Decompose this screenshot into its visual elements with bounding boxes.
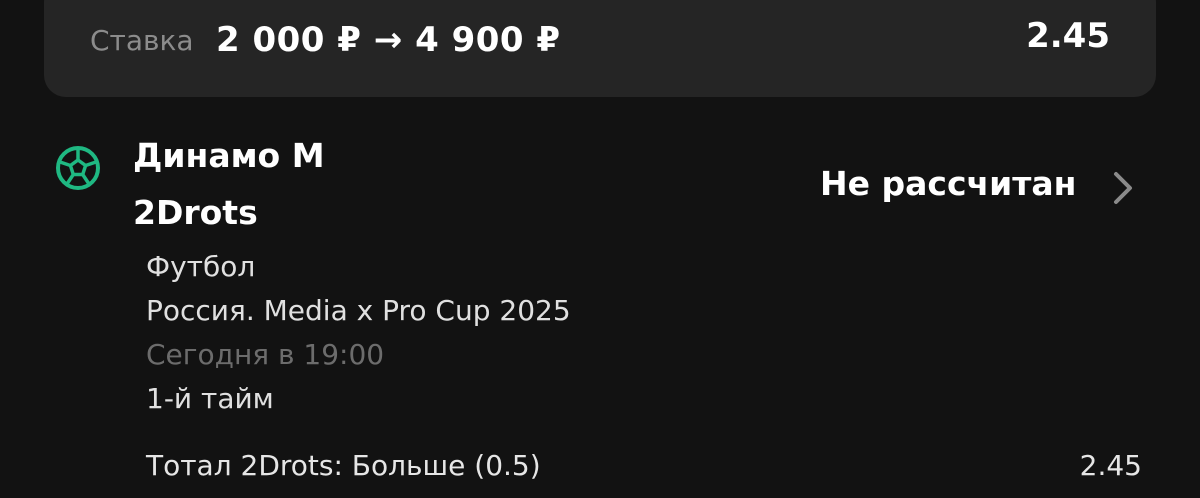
stake-card: [44, 0, 1156, 97]
bet-details-page: Ставка 2 000 ₽ → 4 900 ₽ 2.45 Динамо М 2…: [0, 0, 1200, 498]
market-coefficient: 2.45: [1079, 449, 1142, 482]
team-away-name: 2Drots: [133, 193, 258, 232]
league-name: Россия. Media x Pro Cup 2025: [146, 294, 571, 327]
football-icon: [56, 146, 100, 190]
sport-name: Футбол: [146, 250, 256, 283]
team-home-name: Динамо М: [133, 136, 325, 175]
chevron-right-icon[interactable]: [1110, 170, 1136, 206]
event-period: 1-й тайм: [146, 382, 274, 415]
market-name: Тотал 2Drots: Больше (0.5): [146, 449, 541, 482]
event-time: Сегодня в 19:00: [146, 338, 385, 371]
stake-label: Ставка: [90, 24, 194, 57]
bet-status[interactable]: Не рассчитан: [820, 164, 1076, 203]
stake-amount: 2 000 ₽ → 4 900 ₽: [216, 20, 561, 60]
stake-coefficient: 2.45: [1026, 16, 1110, 56]
